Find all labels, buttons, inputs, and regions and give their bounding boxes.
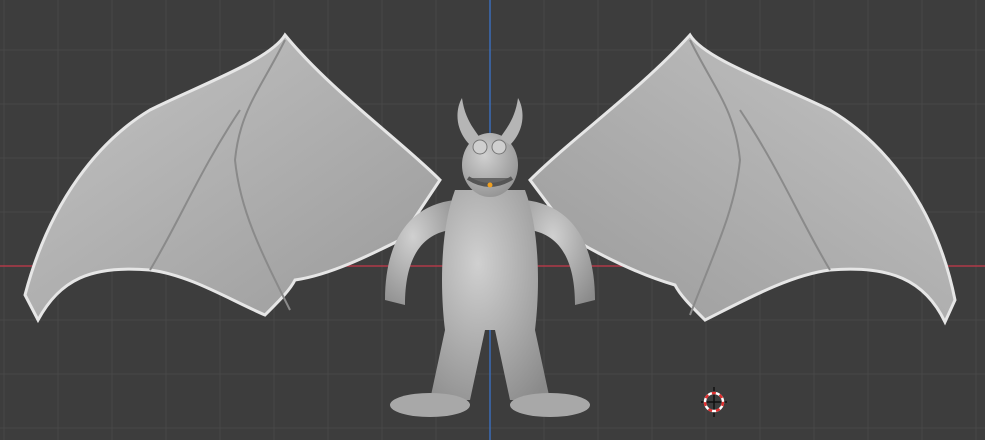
right-horn [500, 98, 523, 145]
3d-viewport[interactable] [0, 0, 985, 440]
viewport-canvas[interactable] [0, 0, 985, 440]
object-origin-icon [487, 182, 493, 188]
3d-cursor-icon[interactable] [701, 387, 727, 417]
right-eye [491, 139, 507, 155]
right-foot [510, 393, 590, 417]
left-eye [472, 139, 488, 155]
left-horn [457, 98, 480, 145]
left-wing [23, 32, 442, 324]
left-foot [390, 393, 470, 417]
